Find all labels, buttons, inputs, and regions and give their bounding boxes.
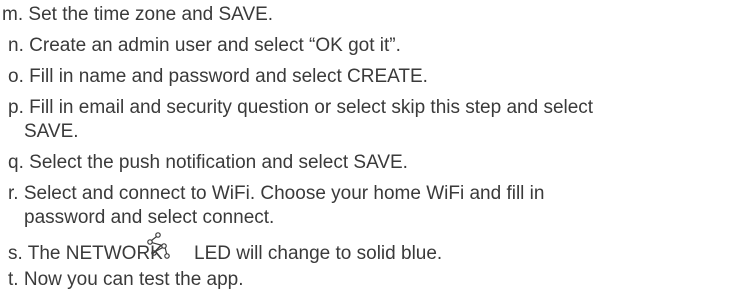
step-letter: r.	[8, 183, 19, 204]
list-item: p. Fill in email and security question o…	[8, 96, 593, 120]
list-item: r. Select and connect to WiFi. Choose yo…	[8, 182, 544, 206]
list-item: t. Now you can test the app.	[8, 268, 244, 292]
step-letter: q.	[8, 152, 24, 173]
list-item: m. Set the time zone and SAVE.	[2, 3, 273, 27]
step-text: Set the time zone and SAVE.	[28, 4, 274, 25]
step-letter: s.	[8, 243, 23, 264]
step-letter: n.	[8, 35, 24, 56]
step-text-after-icon: LED will change to solid blue.	[194, 243, 443, 264]
step-text: Fill in name and password and select CRE…	[29, 66, 428, 87]
step-text: The NETWORK	[27, 243, 163, 264]
step-text: Select the push notification and select …	[29, 152, 408, 173]
step-text: Select and connect to WiFi. Choose your …	[23, 183, 545, 204]
list-item: n. Create an admin user and select “OK g…	[8, 34, 401, 58]
step-letter: p.	[8, 97, 24, 118]
step-letter: t.	[8, 269, 19, 290]
list-item: o. Fill in name and password and select …	[8, 65, 428, 89]
step-letter: m.	[2, 4, 24, 25]
step-text-continuation: SAVE.	[24, 121, 79, 142]
step-text: Now you can test the app.	[23, 269, 244, 290]
list-item: q. Select the push notification and sele…	[8, 151, 408, 175]
list-item: s. The NETWORK	[8, 242, 163, 266]
step-text: Create an admin user and select “OK got …	[29, 35, 401, 56]
step-text-continuation: password and select connect.	[24, 207, 275, 228]
step-text: Fill in email and security question or s…	[29, 97, 594, 118]
network-icon	[147, 232, 170, 259]
step-letter: o.	[8, 66, 24, 87]
